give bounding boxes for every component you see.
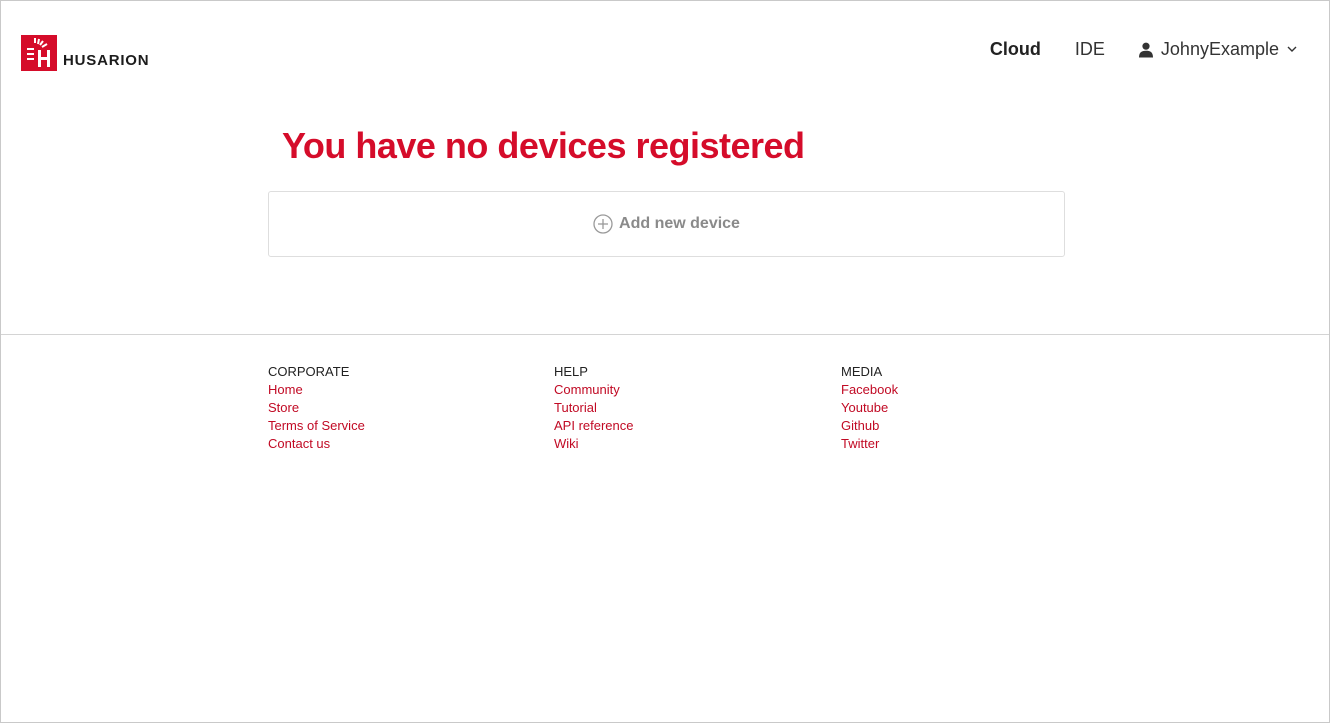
footer-column-corporate: CORPORATE Home Store Terms of Service Co…	[268, 363, 365, 453]
footer-link-twitter[interactable]: Twitter	[841, 435, 898, 453]
user-menu[interactable]: JohnyExample	[1138, 39, 1297, 60]
footer-link-wiki[interactable]: Wiki	[554, 435, 634, 453]
plus-circle-icon	[593, 214, 613, 234]
footer-link-terms[interactable]: Terms of Service	[268, 417, 365, 435]
user-icon	[1138, 42, 1153, 58]
footer-link-github[interactable]: Github	[841, 417, 898, 435]
add-new-device-label: Add new device	[619, 215, 740, 232]
chevron-down-icon	[1287, 46, 1297, 53]
footer-heading: CORPORATE	[268, 364, 350, 379]
footer-link-contact[interactable]: Contact us	[268, 435, 365, 453]
husarion-logo-icon	[21, 35, 57, 71]
footer-link-home[interactable]: Home	[268, 381, 365, 399]
footer-column-media: MEDIA Facebook Youtube Github Twitter	[841, 363, 898, 453]
nav-cloud[interactable]: Cloud	[990, 39, 1041, 60]
page-title: You have no devices registered	[282, 125, 805, 166]
footer-link-api-reference[interactable]: API reference	[554, 417, 634, 435]
husarion-logo[interactable]: HUSARION	[21, 35, 149, 71]
top-nav: Cloud IDE JohnyExample	[990, 39, 1297, 60]
brand-name: HUSARION	[63, 51, 150, 69]
nav-ide[interactable]: IDE	[1075, 39, 1105, 60]
footer-link-youtube[interactable]: Youtube	[841, 399, 898, 417]
footer-link-tutorial[interactable]: Tutorial	[554, 399, 634, 417]
user-name: JohnyExample	[1160, 39, 1279, 59]
page: HUSARION Cloud IDE JohnyExample You have…	[0, 0, 1330, 723]
footer-link-community[interactable]: Community	[554, 381, 634, 399]
footer-link-facebook[interactable]: Facebook	[841, 381, 898, 399]
footer-divider	[1, 334, 1329, 335]
footer-column-help: HELP Community Tutorial API reference Wi…	[554, 363, 634, 453]
add-new-device-button[interactable]: Add new device	[268, 191, 1065, 257]
footer-heading: HELP	[554, 364, 588, 379]
footer-link-store[interactable]: Store	[268, 399, 365, 417]
footer-heading: MEDIA	[841, 364, 883, 379]
